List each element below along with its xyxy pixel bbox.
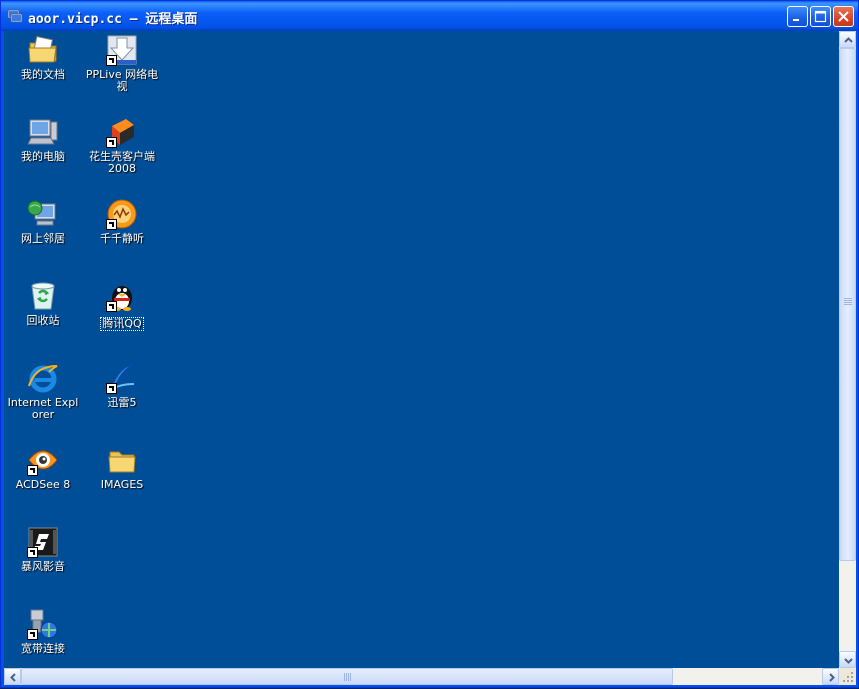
chevron-up-icon (844, 37, 853, 43)
computer-icon (27, 116, 59, 148)
internet-explorer-icon (27, 362, 59, 394)
desktop-icon-storm-player[interactable]: 暴风影音 (5, 526, 81, 573)
close-button[interactable] (833, 6, 854, 27)
scroll-grip-icon (844, 298, 852, 306)
chevron-left-icon (10, 673, 16, 682)
desktop-icon-qq[interactable]: 腾讯QQ (84, 280, 160, 331)
size-grip[interactable] (839, 668, 856, 685)
recycle-bin-icon (27, 280, 59, 312)
desktop-icon-my-computer[interactable]: 我的电脑 (5, 116, 81, 163)
resize-grip-icon (843, 672, 853, 682)
shortcut-arrow-icon (27, 629, 38, 640)
remote-desktop-window: aoor.vicp.cc – 远程桌面 我的文档 PPLive 网络电视 我的电… (0, 0, 859, 688)
network-places-icon (27, 198, 59, 230)
desktop-icon-label: 宽带连接 (21, 642, 65, 655)
remote-desktop[interactable]: 我的文档 PPLive 网络电视 我的电脑 花生壳客户端 2008 网上邻居 千… (4, 31, 839, 668)
chevron-right-icon (829, 673, 835, 682)
desktop-icon-label: ACDSee 8 (15, 478, 71, 491)
acdsee-icon (27, 444, 59, 476)
oray-icon (106, 116, 138, 148)
vertical-scroll-thumb[interactable] (839, 48, 856, 561)
shortcut-arrow-icon (106, 219, 117, 230)
desktop-icon-network-places[interactable]: 网上邻居 (5, 198, 81, 245)
desktop-icon-label: 花生壳客户端 2008 (89, 150, 155, 175)
storm-player-icon (27, 526, 59, 558)
desktop-icon-label: 回收站 (26, 314, 60, 327)
desktop-icon-ttplayer[interactable]: 千千静听 (84, 198, 160, 245)
horizontal-scrollbar[interactable] (4, 668, 839, 685)
shortcut-arrow-icon (106, 383, 117, 394)
qq-penguin-icon (106, 280, 138, 312)
title-bar[interactable]: aoor.vicp.cc – 远程桌面 (1, 1, 858, 31)
desktop-icon-thunder[interactable]: 迅雷5 (84, 362, 160, 409)
shortcut-arrow-icon (27, 465, 38, 476)
desktop-icon-oray[interactable]: 花生壳客户端 2008 (84, 116, 160, 175)
scroll-right-button[interactable] (822, 668, 839, 685)
remote-desktop-icon (7, 8, 23, 24)
shortcut-arrow-icon (106, 55, 117, 66)
shortcut-arrow-icon (106, 137, 117, 148)
thunder-icon (106, 362, 138, 394)
desktop-icon-broadband-connection[interactable]: 宽带连接 (5, 608, 81, 655)
desktop-icon-internet-explorer[interactable]: Internet Explorer (5, 362, 81, 421)
desktop-icon-label: 腾讯QQ (100, 317, 144, 331)
desktop-icon-label: Internet Explorer (7, 396, 79, 421)
maximize-button[interactable] (810, 6, 831, 27)
desktop-icon-images[interactable]: IMAGES (84, 444, 160, 491)
desktop-icon-recycle-bin[interactable]: 回收站 (5, 280, 81, 327)
folder-documents-icon (27, 34, 59, 66)
close-icon (838, 11, 849, 22)
chevron-down-icon (844, 658, 853, 664)
desktop-icon-label: IMAGES (100, 478, 144, 491)
desktop-icon-label: 迅雷5 (107, 396, 137, 409)
desktop-icon-acdsee[interactable]: ACDSee 8 (5, 444, 81, 491)
broadband-connection-icon (27, 608, 59, 640)
ttplayer-icon (106, 198, 138, 230)
desktop-icon-label: 我的文档 (21, 68, 65, 81)
scroll-up-button[interactable] (839, 31, 856, 48)
vertical-scrollbar[interactable] (839, 31, 856, 668)
desktop-icon-label: 暴风影音 (21, 560, 65, 573)
maximize-icon (814, 10, 827, 23)
scroll-left-button[interactable] (4, 668, 21, 685)
shortcut-arrow-icon (27, 547, 38, 558)
desktop-icon-label: PPLive 网络电视 (85, 68, 159, 93)
desktop-icon-pplive[interactable]: PPLive 网络电视 (84, 34, 160, 93)
desktop-icon-label: 网上邻居 (21, 232, 65, 245)
shortcut-arrow-icon (106, 301, 117, 312)
pplive-icon (106, 34, 138, 66)
minimize-icon (793, 19, 799, 21)
window-title: aoor.vicp.cc – 远程桌面 (28, 12, 198, 27)
scroll-down-button[interactable] (839, 651, 856, 668)
scroll-grip-icon (344, 673, 352, 681)
desktop-icon-my-documents[interactable]: 我的文档 (5, 34, 81, 81)
horizontal-scroll-thumb[interactable] (21, 668, 673, 685)
minimize-button[interactable] (787, 6, 808, 27)
desktop-icon-label: 千千静听 (100, 232, 144, 245)
desktop-icon-label: 我的电脑 (21, 150, 65, 163)
folder-icon (106, 444, 138, 476)
